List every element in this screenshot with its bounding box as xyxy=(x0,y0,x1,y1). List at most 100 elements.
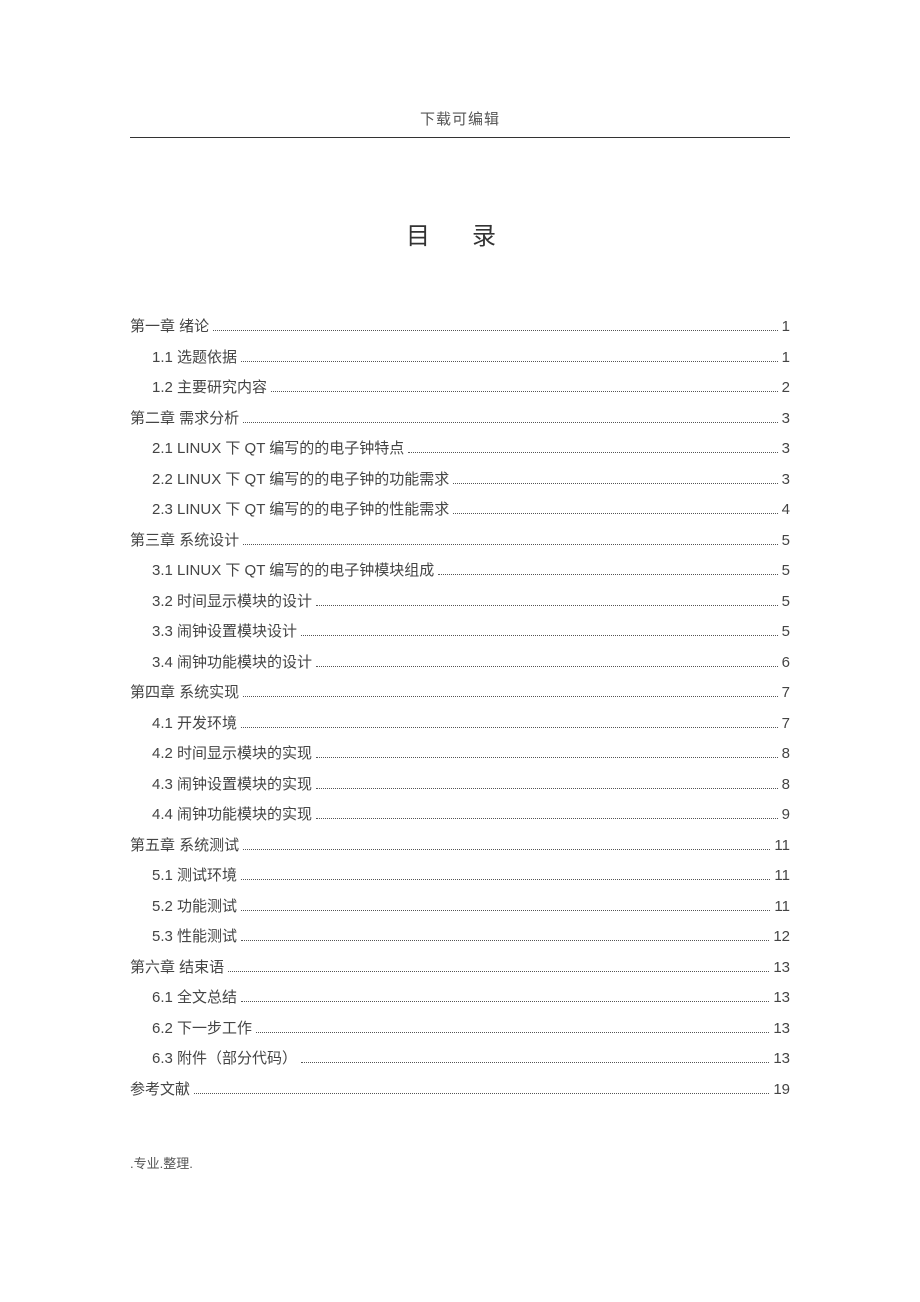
toc-entry-label: 3.2 时间显示模块的设计 xyxy=(152,594,312,609)
toc-entry-page: 6 xyxy=(782,655,790,670)
toc-entry-label: 第三章 系统设计 xyxy=(130,533,239,548)
toc-entry-label: 3.3 闹钟设置模块设计 xyxy=(152,624,297,639)
toc-leader-dots xyxy=(271,391,778,392)
toc-entry-page: 5 xyxy=(782,594,790,609)
toc-leader-dots xyxy=(408,452,777,453)
toc-entry-label: 第四章 系统实现 xyxy=(130,685,239,700)
toc-entry: 3.2 时间显示模块的设计 5 xyxy=(130,594,790,609)
toc-leader-dots xyxy=(213,330,777,331)
toc-entry-page: 19 xyxy=(773,1082,790,1097)
toc-entry-page: 5 xyxy=(782,533,790,548)
toc-entry-label: 2.2 LINUX 下 QT 编写的的电子钟的功能需求 xyxy=(152,472,449,487)
toc-entry: 2.1 LINUX 下 QT 编写的的电子钟特点 3 xyxy=(130,441,790,456)
toc-entry-page: 1 xyxy=(782,350,790,365)
toc-entry-label: 4.4 闹钟功能模块的实现 xyxy=(152,807,312,822)
toc-entry-page: 13 xyxy=(773,1051,790,1066)
toc-entry: 5.2 功能测试11 xyxy=(130,899,790,914)
toc-leader-dots xyxy=(301,635,778,636)
toc-entry: 第三章 系统设计 5 xyxy=(130,533,790,548)
toc-entry: 3.1 LINUX 下 QT 编写的的电子钟模块组成 5 xyxy=(130,563,790,578)
toc-entry-label: 5.3 性能测试 xyxy=(152,929,237,944)
toc-entry: 第四章 系统实现 7 xyxy=(130,685,790,700)
toc-entry: 第五章 系统测试11 xyxy=(130,838,790,853)
toc-leader-dots xyxy=(316,788,778,789)
toc-entry: 1.1 选题依据 1 xyxy=(130,350,790,365)
toc-entry: 2.3 LINUX 下 QT 编写的的电子钟的性能需求 4 xyxy=(130,502,790,517)
header-text: 下载可编辑 xyxy=(420,111,500,128)
toc-entry-label: 6.1 全文总结 xyxy=(152,990,237,1005)
toc-leader-dots xyxy=(241,361,778,362)
toc-entry-label: 4.2 时间显示模块的实现 xyxy=(152,746,312,761)
toc-entry-label: 2.3 LINUX 下 QT 编写的的电子钟的性能需求 xyxy=(152,502,449,517)
toc-entry-page: 11 xyxy=(774,868,790,883)
page-header: 下载可编辑 xyxy=(0,0,920,138)
toc-leader-dots xyxy=(228,971,769,972)
toc-entry-page: 13 xyxy=(773,990,790,1005)
toc-entry-label: 5.2 功能测试 xyxy=(152,899,237,914)
toc-entry-page: 5 xyxy=(782,563,790,578)
toc-leader-dots xyxy=(438,574,777,575)
toc-leader-dots xyxy=(243,422,777,423)
toc-entry: 第六章 结束语 13 xyxy=(130,960,790,975)
toc-entry-page: 12 xyxy=(773,929,790,944)
toc-entry-label: 4.3 闹钟设置模块的实现 xyxy=(152,777,312,792)
toc-entry: 3.3 闹钟设置模块设计 5 xyxy=(130,624,790,639)
toc-leader-dots xyxy=(316,605,778,606)
toc-entry-label: 3.4 闹钟功能模块的设计 xyxy=(152,655,312,670)
toc-entry-page: 3 xyxy=(782,472,790,487)
toc-entry-label: 2.1 LINUX 下 QT 编写的的电子钟特点 xyxy=(152,441,404,456)
toc-leader-dots xyxy=(316,666,778,667)
toc-leader-dots xyxy=(316,818,778,819)
toc-entry: 2.2 LINUX 下 QT 编写的的电子钟的功能需求 3 xyxy=(130,472,790,487)
toc-entry-label: 第二章 需求分析 xyxy=(130,411,239,426)
toc-entry-page: 2 xyxy=(782,380,790,395)
toc-leader-dots xyxy=(241,879,770,880)
toc-entry-label: 第六章 结束语 xyxy=(130,960,224,975)
toc-leader-dots xyxy=(453,483,777,484)
toc-entry: 6.2 下一步工作13 xyxy=(130,1021,790,1036)
toc-entry-page: 7 xyxy=(782,685,790,700)
toc-entry: 5.3 性能测试 12 xyxy=(130,929,790,944)
toc-entry-label: 1.2 主要研究内容 xyxy=(152,380,267,395)
toc-entry: 6.1 全文总结 13 xyxy=(130,990,790,1005)
toc-entry-page: 4 xyxy=(782,502,790,517)
toc-leader-dots xyxy=(241,1001,769,1002)
toc-entry-page: 8 xyxy=(782,746,790,761)
toc-entry-label: 3.1 LINUX 下 QT 编写的的电子钟模块组成 xyxy=(152,563,434,578)
toc-entry-label: 4.1 开发环境 xyxy=(152,716,237,731)
toc-leader-dots xyxy=(243,696,777,697)
toc-entry: 4.4 闹钟功能模块的实现 9 xyxy=(130,807,790,822)
toc-entry: 4.1 开发环境 7 xyxy=(130,716,790,731)
toc-leader-dots xyxy=(243,849,770,850)
table-of-contents: 第一章 绪论11.1 选题依据11.2 主要研究内容2第二章 需求分析32.1 … xyxy=(130,319,790,1097)
page-footer: .专业.整理. xyxy=(130,1153,193,1172)
toc-entry: 4.3 闹钟设置模块的实现8 xyxy=(130,777,790,792)
toc-leader-dots xyxy=(241,910,770,911)
toc-entry-label: 第一章 绪论 xyxy=(130,319,209,334)
toc-entry-label: 参考文献 xyxy=(130,1082,190,1097)
toc-entry-label: 5.1 测试环境 xyxy=(152,868,237,883)
toc-title: 目 录 xyxy=(0,216,920,251)
toc-entry: 第二章 需求分析 3 xyxy=(130,411,790,426)
toc-entry-page: 5 xyxy=(782,624,790,639)
toc-leader-dots xyxy=(453,513,777,514)
toc-leader-dots xyxy=(316,757,778,758)
toc-entry-page: 3 xyxy=(782,441,790,456)
toc-entry-page: 1 xyxy=(782,319,790,334)
toc-leader-dots xyxy=(241,940,769,941)
toc-entry: 3.4 闹钟功能模块的设计 6 xyxy=(130,655,790,670)
toc-entry-page: 9 xyxy=(782,807,790,822)
toc-leader-dots xyxy=(243,544,777,545)
toc-entry: 第一章 绪论 1 xyxy=(130,319,790,334)
toc-leader-dots xyxy=(241,727,778,728)
toc-entry-label: 第五章 系统测试 xyxy=(130,838,239,853)
toc-leader-dots xyxy=(301,1062,769,1063)
toc-entry: 6.3 附件（部分代码）13 xyxy=(130,1051,790,1066)
toc-entry-page: 13 xyxy=(773,1021,790,1036)
toc-entry-label: 1.1 选题依据 xyxy=(152,350,237,365)
header-divider xyxy=(130,137,790,138)
toc-entry-page: 7 xyxy=(782,716,790,731)
toc-entry-page: 13 xyxy=(773,960,790,975)
toc-entry-page: 3 xyxy=(782,411,790,426)
toc-leader-dots xyxy=(256,1032,769,1033)
